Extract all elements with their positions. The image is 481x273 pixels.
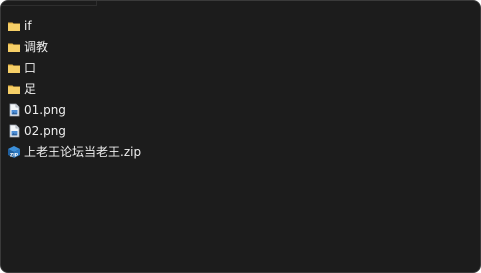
folder-row-if[interactable]: if [7,15,467,36]
file-name: 口 [24,60,37,75]
file-name: 01.png [24,102,66,117]
file-explorer-window: if 调教 口 足 01.png 02.png ZIP 上老王论坛当老王.zip [0,0,481,273]
folder-row-zu[interactable]: 足 [7,78,467,99]
folder-icon [7,40,21,54]
file-name: 足 [24,81,37,96]
image-file-icon [7,124,21,138]
file-name: 调教 [24,39,49,54]
folder-row-kou[interactable]: 口 [7,57,467,78]
file-name: if [24,18,32,33]
zip-file-icon: ZIP [7,145,21,159]
svg-text:ZIP: ZIP [10,152,19,158]
file-list: if 调教 口 足 01.png 02.png ZIP 上老王论坛当老王.zip [7,15,467,162]
folder-icon [7,82,21,96]
image-file-icon [7,103,21,117]
folder-row-tiaojiao[interactable]: 调教 [7,36,467,57]
folder-icon [7,19,21,33]
top-strip [1,1,97,6]
folder-icon [7,61,21,75]
file-row-02-png[interactable]: 02.png [7,120,467,141]
file-row-01-png[interactable]: 01.png [7,99,467,120]
file-row-zip[interactable]: ZIP 上老王论坛当老王.zip [7,141,467,162]
file-name: 上老王论坛当老王.zip [24,144,142,159]
file-name: 02.png [24,123,66,138]
